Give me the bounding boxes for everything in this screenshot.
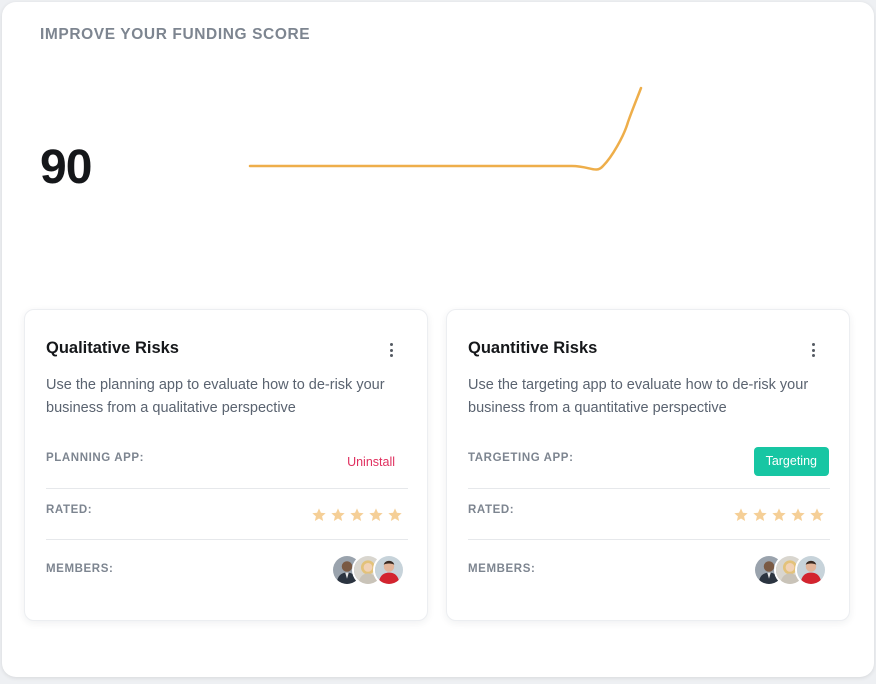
card-description: Use the targeting app to evaluate how to… [468,377,809,416]
avatar[interactable] [795,554,827,586]
card-title: Qualitative Risks [46,339,179,357]
quantitive-risks-card: Quantitive Risks Use the targeting app t… [446,309,850,621]
star-icon [388,508,402,521]
star-icon [312,508,326,521]
members-label: MEMBERS: [46,563,114,575]
divider [46,539,408,540]
rating-stars [311,507,403,523]
targeting-button[interactable]: Targeting [753,447,829,476]
star-icon [753,508,767,521]
card-title: Quantitive Risks [468,339,598,357]
star-icon [734,508,748,521]
sparkline-line [248,86,643,171]
star-icon [350,508,364,521]
rated-label: RATED: [468,504,515,516]
member-avatars [753,554,827,586]
divider [468,488,830,489]
divider [46,488,408,489]
card-description: Use the planning app to evaluate how to … [46,377,385,416]
star-icon [369,508,383,521]
targeting-app-label: TARGETING APP: [468,452,574,464]
rating-stars [733,507,825,523]
more-options-icon[interactable] [807,343,819,357]
star-icon [791,508,805,521]
member-avatars [331,554,405,586]
score-sparkline [248,86,643,171]
members-label: MEMBERS: [468,563,536,575]
avatar[interactable] [373,554,405,586]
qualitative-risks-card: Qualitative Risks Use the planning app t… [24,309,428,621]
planning-app-label: PLANNING APP: [46,452,145,464]
star-icon [772,508,786,521]
more-options-icon[interactable] [385,343,397,357]
divider [468,539,830,540]
star-icon [810,508,824,521]
uninstall-link[interactable]: Uninstall [347,455,395,469]
rated-label: RATED: [46,504,93,516]
star-icon [331,508,345,521]
